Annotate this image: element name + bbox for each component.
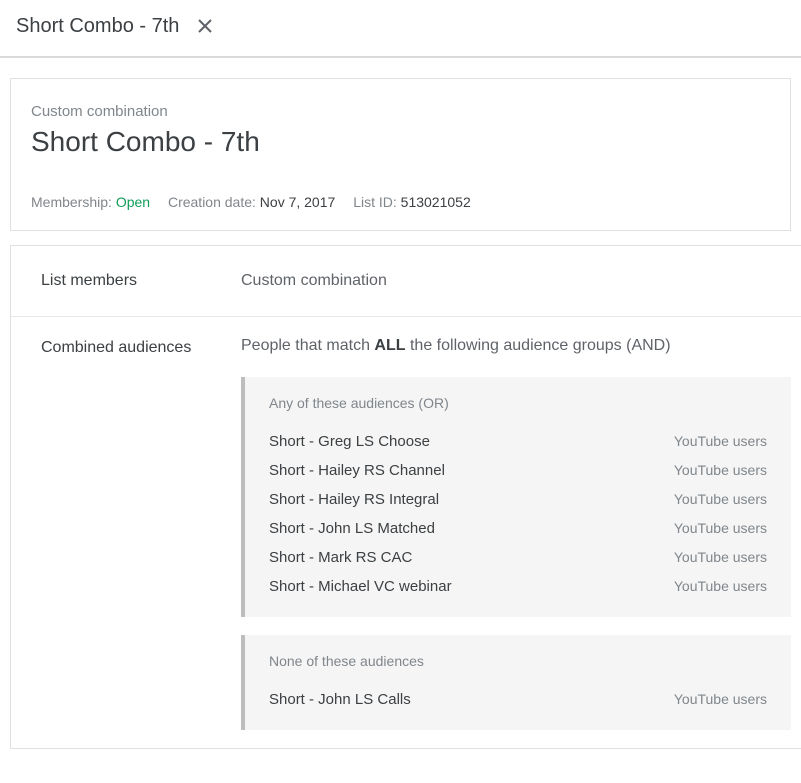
any-group: Any of these audiences (OR) Short - Greg… bbox=[241, 377, 791, 617]
details-panel: List members Custom combination Combined… bbox=[10, 245, 801, 749]
match-suffix: the following audience groups (AND) bbox=[406, 337, 671, 354]
summary-title: Short Combo - 7th bbox=[31, 126, 770, 158]
page-title: Short Combo - 7th bbox=[16, 15, 179, 38]
audience-name: Short - Hailey RS Integral bbox=[269, 491, 439, 508]
none-group: None of these audiences Short - John LS … bbox=[241, 635, 791, 730]
audience-row: Short - John LS Matched YouTube users bbox=[269, 514, 767, 543]
creation-date-label: Creation date: bbox=[168, 194, 260, 210]
close-icon bbox=[197, 18, 213, 34]
list-members-label: List members bbox=[41, 272, 241, 290]
list-id-value: 513021052 bbox=[401, 194, 471, 210]
audience-type: YouTube users bbox=[674, 691, 767, 707]
combined-audiences-label: Combined audiences bbox=[41, 337, 241, 748]
audience-row: Short - Greg LS Choose YouTube users bbox=[269, 427, 767, 456]
none-group-title: None of these audiences bbox=[269, 653, 767, 669]
match-bold: ALL bbox=[374, 337, 405, 354]
summary-subtitle: Custom combination bbox=[31, 103, 770, 120]
audience-name: Short - Greg LS Choose bbox=[269, 433, 430, 450]
list-id-label: List ID: bbox=[353, 194, 400, 210]
match-prefix: People that match bbox=[241, 337, 374, 354]
audience-type: YouTube users bbox=[674, 491, 767, 507]
summary-card: Custom combination Short Combo - 7th Mem… bbox=[10, 78, 791, 231]
summary-meta: Membership: Open Creation date: Nov 7, 2… bbox=[31, 194, 770, 210]
membership-value: Open bbox=[116, 194, 150, 210]
list-members-value: Custom combination bbox=[241, 272, 387, 290]
audience-type: YouTube users bbox=[674, 462, 767, 478]
creation-date-value: Nov 7, 2017 bbox=[260, 194, 336, 210]
list-id-field: List ID: 513021052 bbox=[353, 194, 471, 210]
audience-row: Short - Mark RS CAC YouTube users bbox=[269, 543, 767, 572]
audience-name: Short - Mark RS CAC bbox=[269, 549, 412, 566]
panel-body: Combined audiences People that match ALL… bbox=[11, 317, 801, 748]
audience-row: Short - Michael VC webinar YouTube users bbox=[269, 572, 767, 601]
membership-label: Membership: bbox=[31, 194, 116, 210]
audience-name: Short - Hailey RS Channel bbox=[269, 462, 445, 479]
match-heading: People that match ALL the following audi… bbox=[241, 337, 791, 355]
audience-type: YouTube users bbox=[674, 520, 767, 536]
combined-audiences-content: People that match ALL the following audi… bbox=[241, 337, 801, 748]
audience-name: Short - John LS Calls bbox=[269, 691, 411, 708]
membership-field: Membership: Open bbox=[31, 194, 154, 210]
audience-name: Short - John LS Matched bbox=[269, 520, 435, 537]
audience-row: Short - Hailey RS Channel YouTube users bbox=[269, 456, 767, 485]
audience-type: YouTube users bbox=[674, 578, 767, 594]
any-group-title: Any of these audiences (OR) bbox=[269, 395, 767, 411]
creation-date-field: Creation date: Nov 7, 2017 bbox=[168, 194, 339, 210]
audience-row: Short - John LS Calls YouTube users bbox=[269, 685, 767, 714]
audience-row: Short - Hailey RS Integral YouTube users bbox=[269, 485, 767, 514]
audience-type: YouTube users bbox=[674, 433, 767, 449]
any-group-list: Short - Greg LS ChooseYouTube usersShort… bbox=[269, 427, 767, 601]
none-group-list: Short - John LS Calls YouTube users bbox=[269, 685, 767, 714]
topbar: Short Combo - 7th bbox=[0, 0, 801, 58]
close-button[interactable] bbox=[193, 14, 217, 38]
audience-name: Short - Michael VC webinar bbox=[269, 578, 452, 595]
audience-type: YouTube users bbox=[674, 549, 767, 565]
panel-header: List members Custom combination bbox=[11, 246, 801, 317]
